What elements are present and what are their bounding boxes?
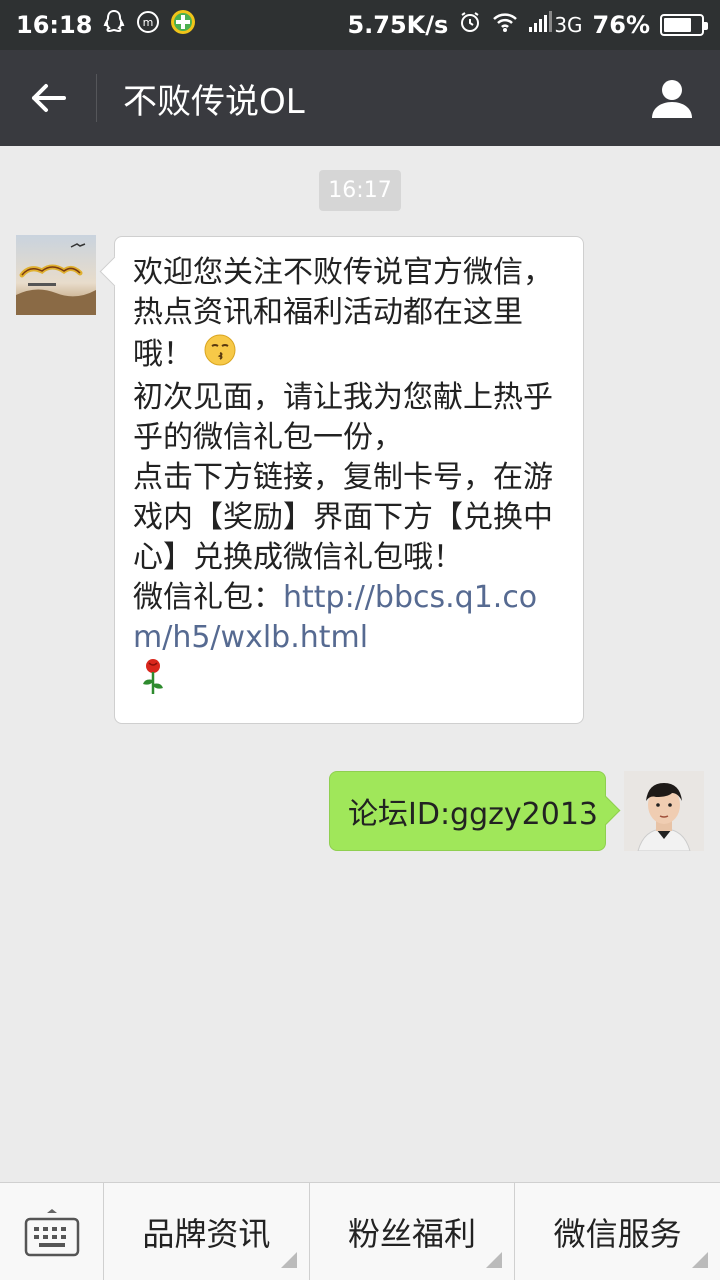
header-divider <box>96 74 97 122</box>
menu-brand-news[interactable]: 品牌资讯 <box>104 1183 310 1280</box>
outgoing-message-bubble[interactable]: 论坛ID:ggzy2013 <box>329 771 606 851</box>
security-app-icon <box>170 9 196 41</box>
message-timestamp: 16:17 <box>319 170 401 211</box>
menu-label: 微信服务 <box>553 1214 682 1253</box>
chat-header: 不败传说OL <box>0 50 720 146</box>
user-avatar[interactable] <box>624 771 704 851</box>
message-line: 欢迎您关注不败传说官方微信，热点资讯和福利活动都在这里哦！ <box>133 255 553 372</box>
message-notification-icon: m <box>136 10 160 40</box>
keyboard-icon <box>24 1208 79 1256</box>
signal-icon <box>528 11 553 39</box>
qq-notification-icon <box>102 9 126 41</box>
back-arrow-icon <box>32 84 66 112</box>
message-link-line: 微信礼包：http://bbcs.q1.com/h5/wxlb.html <box>133 578 565 658</box>
rose-emoji-icon <box>133 658 565 707</box>
submenu-indicator-icon <box>692 1252 709 1268</box>
kissing-emoji-icon <box>203 333 237 378</box>
battery-icon <box>660 14 708 36</box>
official-account-avatar[interactable] <box>16 235 96 315</box>
link-prefix: 微信礼包： <box>133 580 283 615</box>
person-icon <box>652 80 692 118</box>
wifi-icon <box>492 11 518 39</box>
incoming-message-bubble[interactable]: 欢迎您关注不败传说官方微信，热点资讯和福利活动都在这里哦！ 初次见面，请让我为您… <box>114 236 584 724</box>
svg-text:m: m <box>143 16 154 29</box>
menu-label: 粉丝福利 <box>348 1214 477 1253</box>
status-bar: 16:18 m 5.75K/s 3G 76% <box>0 0 720 50</box>
back-button[interactable] <box>0 50 96 146</box>
status-time: 16:18 <box>16 11 93 39</box>
submenu-indicator-icon <box>280 1252 297 1268</box>
chat-title: 不败传说OL <box>123 81 305 122</box>
alarm-icon <box>458 10 482 40</box>
battery-percent: 76% <box>592 11 650 39</box>
menu-label: 品牌资讯 <box>142 1214 271 1253</box>
bottom-menu: 品牌资讯 粉丝福利 微信服务 <box>0 1182 720 1280</box>
keyboard-toggle-button[interactable] <box>0 1183 104 1280</box>
menu-fan-benefits[interactable]: 粉丝福利 <box>310 1183 516 1280</box>
profile-button[interactable] <box>624 50 720 146</box>
submenu-indicator-icon <box>486 1252 503 1268</box>
message-line: 初次见面，请让我为您献上热乎乎的微信礼包一份， <box>133 380 553 455</box>
message-line: 点击下方链接，复制卡号，在游戏内【奖励】界面下方【兑换中心】兑换成微信礼包哦！ <box>133 460 553 575</box>
outgoing-message-text: 论坛ID:ggzy2013 <box>348 797 598 832</box>
network-speed: 5.75K/s <box>347 11 449 39</box>
message-text: 欢迎您关注不败传说官方微信，热点资讯和福利活动都在这里哦！ <box>133 253 565 378</box>
network-type: 3G <box>554 13 583 37</box>
menu-wechat-service[interactable]: 微信服务 <box>515 1183 720 1280</box>
